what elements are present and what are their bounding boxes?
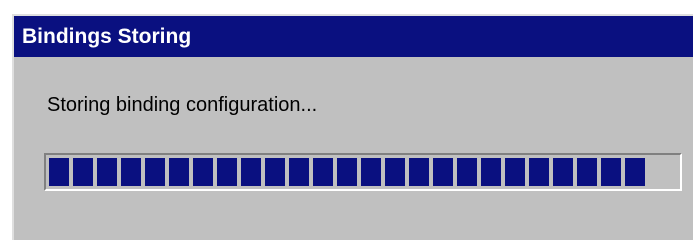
progress-block <box>625 158 645 186</box>
status-message: Storing binding configuration... <box>47 94 318 116</box>
progress-block <box>409 158 429 186</box>
progress-block <box>169 158 189 186</box>
progress-block <box>217 158 237 186</box>
window-title: Bindings Storing <box>22 24 192 48</box>
progress-block <box>385 158 405 186</box>
progress-block <box>289 158 309 186</box>
progress-block <box>361 158 381 186</box>
progress-block <box>601 158 621 186</box>
progress-block <box>577 158 597 186</box>
progress-block <box>313 158 333 186</box>
progress-block <box>241 158 261 186</box>
progress-block <box>433 158 453 186</box>
progress-block <box>481 158 501 186</box>
progress-block <box>145 158 165 186</box>
dialog-window: Bindings Storing Storing binding configu… <box>12 14 693 240</box>
progress-block <box>505 158 525 186</box>
progress-fill <box>49 158 649 186</box>
progress-track <box>49 158 677 186</box>
progress-block <box>529 158 549 186</box>
progress-block <box>193 158 213 186</box>
progress-block <box>73 158 93 186</box>
progress-block <box>97 158 117 186</box>
progress-block <box>337 158 357 186</box>
progress-block <box>553 158 573 186</box>
progress-block <box>121 158 141 186</box>
progress-block <box>49 158 69 186</box>
progress-block <box>457 158 477 186</box>
progress-bar <box>44 153 682 191</box>
title-bar[interactable]: Bindings Storing <box>14 16 693 57</box>
progress-block <box>265 158 285 186</box>
